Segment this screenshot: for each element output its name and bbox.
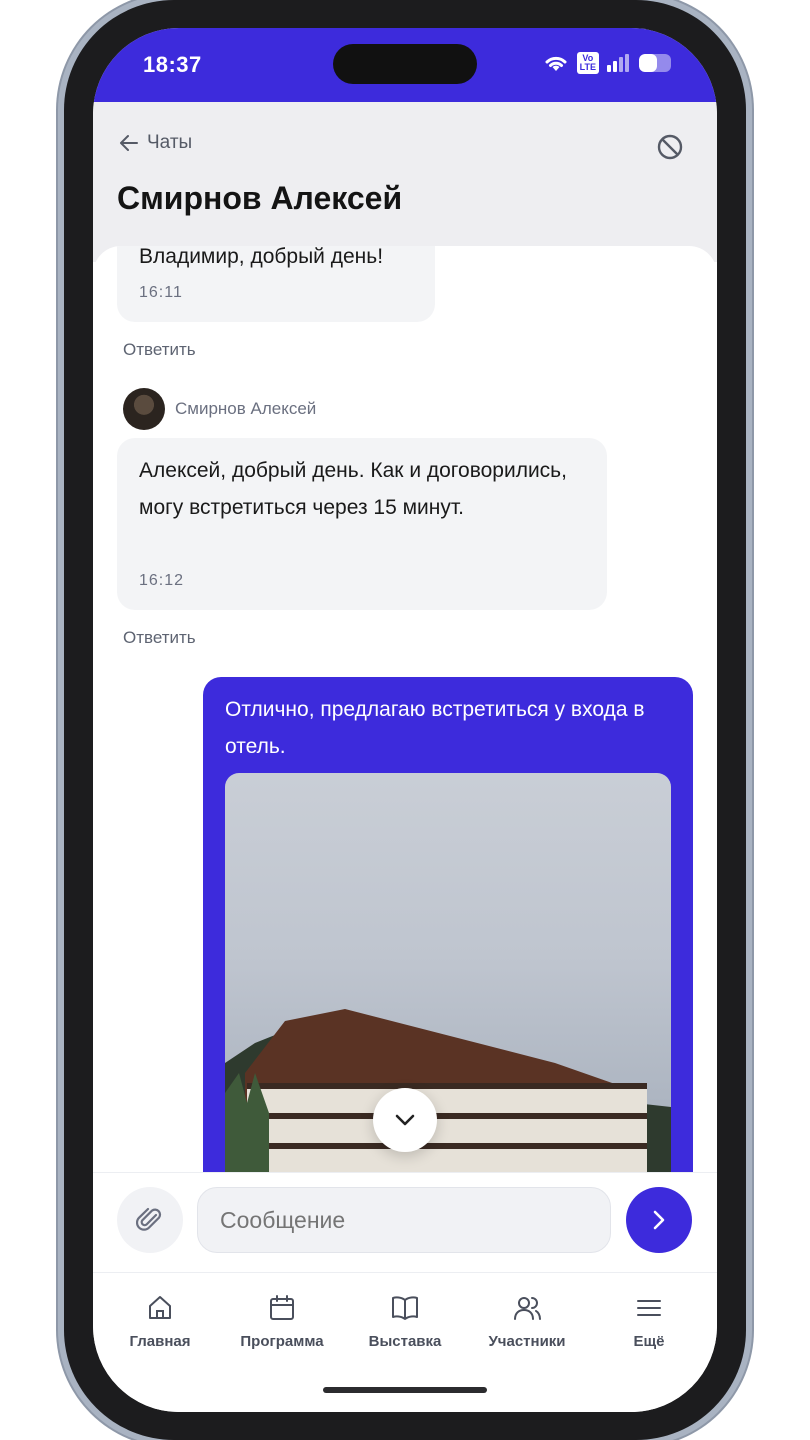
message-time: 16:12 (139, 572, 185, 589)
status-time: 18:37 (143, 52, 202, 77)
tab-label: Ещё (633, 1333, 665, 1350)
block-button[interactable] (655, 132, 685, 162)
paperclip-icon (136, 1207, 162, 1231)
status-bar: 18:37 Vo LTE (93, 28, 717, 102)
message-text: Владимир, добрый день! (139, 246, 384, 268)
wifi-icon (545, 56, 567, 71)
message-time: 16:11 (139, 284, 183, 301)
message-list[interactable]: Владимир, добрый день! 16:11 Ответить См… (93, 246, 717, 1172)
tab-label: Участники (488, 1333, 566, 1350)
message-photo[interactable] (225, 773, 671, 1172)
scroll-down-button[interactable] (373, 1088, 437, 1152)
home-indicator[interactable] (323, 1387, 487, 1393)
page-title: Смирнов Алексей (117, 180, 403, 216)
tab-more[interactable]: Ещё (589, 1293, 709, 1350)
tab-home[interactable]: Главная (100, 1293, 220, 1350)
arrow-left-icon (120, 135, 138, 151)
reply-link[interactable]: Ответить (123, 340, 196, 360)
home-icon (149, 1296, 171, 1319)
tab-exhibition[interactable]: Выставка (345, 1293, 465, 1350)
screen: 18:37 Vo LTE Чаты Смирнов Алексей Владим… (93, 28, 717, 1412)
message-bubble-outgoing: Отлично, предлагаю встретиться у входа в… (203, 677, 693, 1172)
chevron-down-icon (395, 1114, 415, 1126)
block-icon (657, 134, 683, 160)
message-bubble: Владимир, добрый день! 16:11 (117, 246, 435, 322)
volte-icon: Vo LTE (576, 52, 599, 74)
send-button[interactable] (626, 1187, 692, 1253)
message-sender: Смирнов Алексей (123, 388, 316, 430)
battery-fill (639, 54, 657, 72)
book-icon (392, 1296, 418, 1320)
users-icon (514, 1297, 541, 1320)
tab-label: Главная (129, 1333, 191, 1350)
chat-header: Чаты Смирнов Алексей (93, 102, 717, 262)
message-composer (93, 1172, 717, 1273)
tab-label: Программа (240, 1333, 324, 1350)
status-icons: Vo LTE (543, 52, 671, 74)
reply-link[interactable]: Ответить (123, 628, 196, 648)
chevron-right-icon (653, 1210, 665, 1230)
back-label: Чаты (147, 132, 193, 153)
dynamic-island (333, 44, 477, 84)
tab-participants[interactable]: Участники (467, 1293, 587, 1350)
message-bubble: Алексей, добрый день. Как и договорились… (117, 438, 607, 610)
bottom-tab-bar: Главная Программа Выставка Участники Ещё (93, 1272, 717, 1412)
phone-frame: 18:37 Vo LTE Чаты Смирнов Алексей Владим… (64, 0, 746, 1440)
signal-icon (607, 54, 629, 72)
hotel-photo-illustration (225, 1009, 671, 1172)
tab-label: Выставка (368, 1333, 442, 1350)
message-input[interactable] (197, 1187, 611, 1253)
sender-name: Смирнов Алексей (175, 399, 317, 418)
calendar-icon (270, 1295, 294, 1320)
message-text: Отлично, предлагаю встретиться у входа в… (225, 698, 645, 758)
attach-button[interactable] (117, 1187, 183, 1253)
battery-icon (639, 54, 671, 72)
message-text: Алексей, добрый день. Как и договорились… (139, 459, 567, 519)
menu-icon (637, 1300, 661, 1316)
avatar[interactable] (123, 388, 165, 430)
tab-program[interactable]: Программа (222, 1293, 342, 1350)
back-button[interactable]: Чаты (119, 132, 192, 154)
